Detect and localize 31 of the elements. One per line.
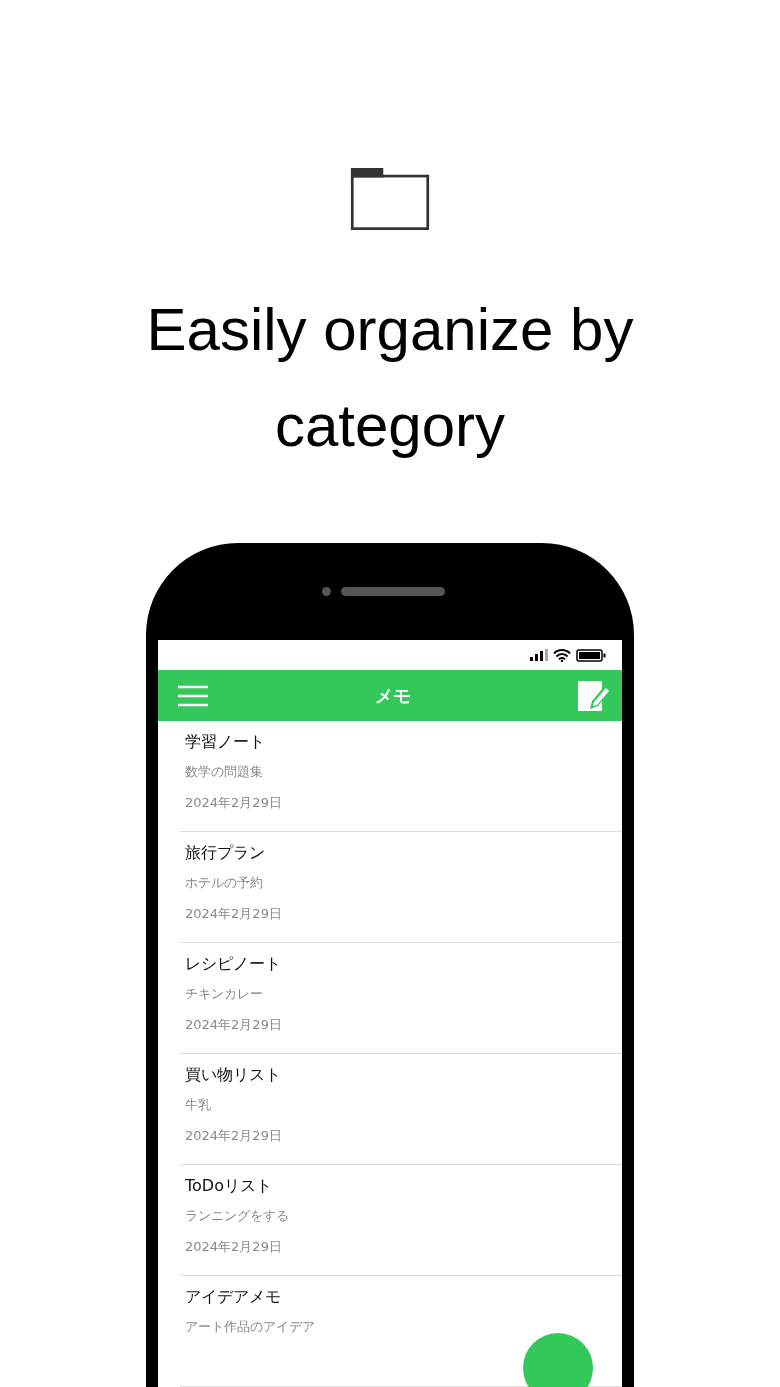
note-preview: 数学の問題集 bbox=[185, 763, 264, 781]
new-note-button[interactable] bbox=[578, 680, 610, 711]
note-date: 2024年2月29日 bbox=[185, 794, 283, 812]
note-date: 2024年2月29日 bbox=[185, 1127, 283, 1145]
note-item[interactable]: 旅行プラン ホテルの予約 2024年2月29日 bbox=[180, 832, 622, 943]
note-title: 旅行プラン bbox=[185, 842, 266, 864]
menu-button[interactable] bbox=[178, 684, 208, 707]
note-title: 買い物リスト bbox=[185, 1064, 282, 1086]
floating-action-button[interactable] bbox=[523, 1333, 593, 1387]
note-item[interactable]: 学習ノート 数学の問題集 2024年2月29日 bbox=[180, 721, 622, 832]
note-item[interactable]: レシピノート チキンカレー 2024年2月29日 bbox=[180, 943, 622, 1054]
wifi-icon bbox=[553, 648, 571, 662]
note-preview: チキンカレー bbox=[185, 985, 264, 1003]
note-preview: 牛乳 bbox=[185, 1096, 212, 1114]
note-date: 2024年2月29日 bbox=[185, 1238, 283, 1256]
note-preview: ホテルの予約 bbox=[185, 874, 264, 892]
note-item[interactable]: ToDoリスト ランニングをする 2024年2月29日 bbox=[180, 1165, 622, 1276]
note-date: 2024年2月29日 bbox=[185, 1016, 283, 1034]
note-title: レシピノート bbox=[185, 953, 282, 975]
signal-icon bbox=[530, 649, 548, 661]
battery-icon bbox=[576, 648, 606, 662]
note-title: アイデアメモ bbox=[185, 1286, 282, 1308]
note-date: 2024年2月29日 bbox=[185, 905, 283, 923]
note-preview: アート作品のアイデア bbox=[185, 1318, 316, 1336]
note-title: ToDoリスト bbox=[185, 1175, 273, 1197]
camera-icon bbox=[321, 587, 331, 596]
headline: Easily organize by category bbox=[145, 295, 635, 461]
note-title: 学習ノート bbox=[185, 731, 266, 753]
note-preview: ランニングをする bbox=[185, 1207, 290, 1225]
app-title: メモ bbox=[375, 683, 411, 708]
note-item[interactable]: 買い物リスト 牛乳 2024年2月29日 bbox=[180, 1054, 622, 1165]
